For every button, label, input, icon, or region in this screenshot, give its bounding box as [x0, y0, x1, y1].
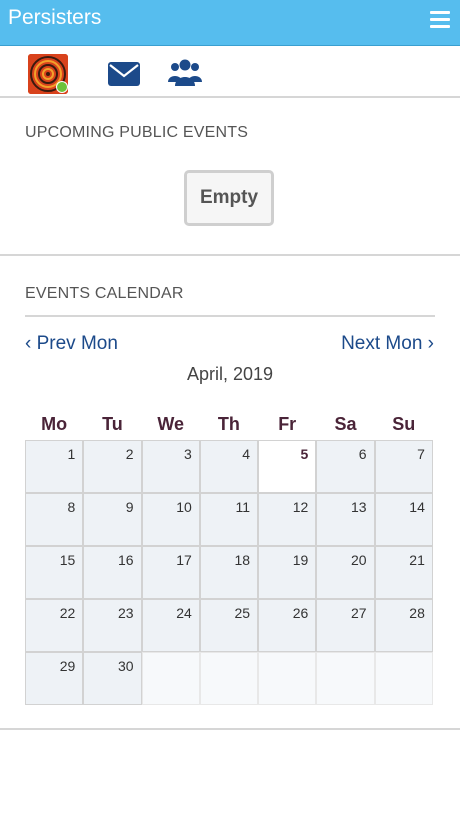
hamburger-menu-icon[interactable] — [430, 11, 450, 29]
calendar-day-cell[interactable]: 24 — [141, 599, 200, 652]
weekday-label: Su — [392, 414, 416, 434]
day-number: 8 — [67, 499, 76, 515]
online-status-icon — [56, 81, 68, 93]
day-number: 15 — [59, 552, 76, 568]
calendar-day-cell[interactable]: 1 — [25, 440, 84, 493]
day-number: 25 — [234, 605, 251, 621]
calendar-day-cell[interactable]: 10 — [141, 493, 200, 546]
calendar-day-cell[interactable]: 7 — [374, 440, 433, 493]
day-number: 27 — [351, 605, 367, 621]
calendar-day-cell[interactable]: 21 — [374, 546, 433, 599]
day-number: 21 — [409, 552, 425, 568]
calendar-day-cell[interactable]: 8 — [25, 493, 84, 546]
calendar-day-cell[interactable]: 25 — [199, 599, 259, 652]
calendar-week-row: 15 16 17 18 19 20 21 — [25, 546, 433, 599]
users-group-icon[interactable] — [168, 58, 202, 88]
day-number: 23 — [117, 605, 134, 621]
prev-month-link[interactable]: ‹ Prev Mon — [25, 333, 118, 355]
calendar-week-row: 1 2 3 4 5 6 7 — [25, 440, 433, 493]
weekday-label: Sa — [334, 414, 357, 434]
weekday-header-row: Mo Tu We Th Fr Sa Su — [25, 414, 433, 440]
calendar-day-cell[interactable]: 19 — [258, 546, 317, 599]
calendar-day-cell[interactable]: 11 — [199, 493, 259, 546]
calendar-day-cell[interactable]: 12 — [258, 493, 317, 546]
calendar-day-cell[interactable]: 30 — [83, 652, 142, 705]
day-number: 24 — [176, 605, 192, 621]
calendar-day-cell[interactable]: 9 — [83, 493, 142, 546]
day-number: 22 — [59, 605, 76, 621]
weekday-label: Mo — [41, 414, 68, 434]
calendar-day-cell[interactable]: 15 — [25, 546, 84, 599]
day-number: 20 — [351, 552, 367, 568]
calendar-weeks: 1 2 3 4 5 6 7 8 9 10 11 12 13 14 15 16 17 18 19 20 21 22 23 24 2… — [25, 440, 433, 705]
day-number: 7 — [417, 446, 425, 462]
weekday-label: Th — [217, 414, 240, 434]
icon-toolbar — [0, 46, 460, 98]
month-title: April, 2019 — [186, 364, 274, 384]
calendar-week-row: 22 23 24 25 26 27 28 — [25, 599, 433, 652]
day-number: 10 — [176, 499, 192, 515]
day-number: 29 — [59, 658, 76, 674]
day-number: 11 — [235, 499, 251, 515]
day-number: 16 — [117, 552, 134, 568]
calendar-day-cell[interactable]: 14 — [374, 493, 433, 546]
upcoming-events-panel: UPCOMING PUBLIC EVENTS Empty — [0, 98, 460, 256]
calendar-day-cell[interactable]: 26 — [258, 599, 317, 652]
calendar-day-cell[interactable]: 3 — [141, 440, 200, 493]
day-number: 3 — [184, 446, 192, 462]
calendar-empty-cell — [141, 652, 200, 705]
calendar-day-cell[interactable]: 18 — [199, 546, 259, 599]
events-calendar-panel: EVENTS CALENDAR ‹ Prev Mon Next Mon › Ap… — [0, 256, 460, 730]
calendar-day-cell[interactable]: 4 — [199, 440, 259, 493]
calendar-day-cell[interactable]: 22 — [25, 599, 84, 652]
day-number: 4 — [242, 446, 251, 462]
calendar-grid: Mo Tu We Th Fr Sa Su 1 2 3 4 5 6 7 8 9 10 11 12 13 14… — [25, 414, 433, 705]
envelope-icon[interactable] — [108, 62, 140, 86]
upcoming-events-heading: UPCOMING PUBLIC EVENTS — [25, 124, 249, 141]
day-number: 30 — [117, 658, 134, 674]
next-month-link[interactable]: Next Mon › — [341, 333, 434, 355]
day-number: 1 — [67, 446, 76, 462]
calendar-empty-cell — [374, 652, 433, 705]
day-number: 5 — [300, 446, 309, 462]
day-number: 19 — [292, 552, 309, 568]
weekday-label: We — [157, 414, 184, 434]
day-number: 18 — [234, 552, 251, 568]
day-number: 2 — [125, 446, 134, 462]
calendar-day-cell[interactable]: 16 — [83, 546, 142, 599]
calendar-day-cell[interactable]: 20 — [316, 546, 375, 599]
calendar-day-cell[interactable]: 29 — [25, 652, 84, 705]
calendar-empty-cell — [199, 652, 259, 705]
day-number: 6 — [358, 446, 367, 462]
calendar-day-cell[interactable]: 6 — [316, 440, 375, 493]
calendar-empty-cell — [258, 652, 317, 705]
calendar-day-cell[interactable]: 17 — [141, 546, 200, 599]
calendar-week-row: 29 30 — [25, 652, 433, 705]
empty-events-button[interactable]: Empty — [184, 170, 274, 226]
calendar-day-cell[interactable]: 2 — [83, 440, 142, 493]
day-number: 26 — [292, 605, 309, 621]
day-number: 9 — [125, 499, 134, 515]
calendar-day-cell[interactable]: 5 — [258, 440, 317, 493]
calendar-day-cell[interactable]: 28 — [374, 599, 433, 652]
calendar-week-row: 8 9 10 11 12 13 14 — [25, 493, 433, 546]
weekday-label: Tu — [102, 414, 123, 434]
weekday-label: Fr — [278, 414, 297, 434]
divider — [25, 315, 435, 317]
day-number: 14 — [409, 499, 425, 515]
day-number: 13 — [351, 499, 367, 515]
events-calendar-heading: EVENTS CALENDAR — [25, 285, 184, 302]
calendar-empty-cell — [316, 652, 375, 705]
day-number: 28 — [409, 605, 425, 621]
calendar-day-cell[interactable]: 23 — [83, 599, 142, 652]
top-bar: Persisters — [0, 0, 460, 46]
day-number: 17 — [176, 552, 192, 568]
calendar-day-cell[interactable]: 13 — [316, 493, 375, 546]
app-title: Persisters — [8, 6, 102, 29]
day-number: 12 — [292, 499, 309, 515]
calendar-day-cell[interactable]: 27 — [316, 599, 375, 652]
